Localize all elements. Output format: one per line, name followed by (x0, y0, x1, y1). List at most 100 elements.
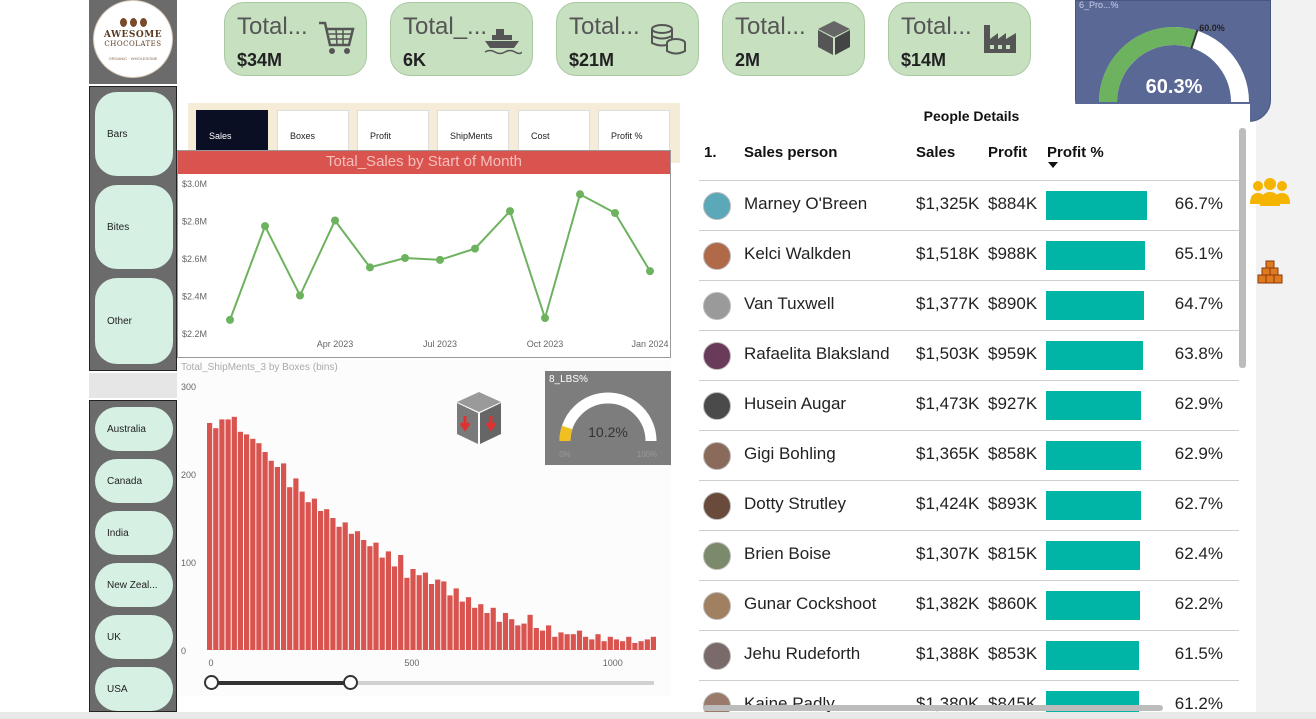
data-point[interactable] (366, 263, 374, 272)
histogram-bar[interactable] (576, 630, 583, 650)
table-horizontal-scrollbar[interactable] (703, 705, 1163, 711)
histogram-bar[interactable] (459, 601, 465, 650)
histogram-bar[interactable] (336, 526, 342, 650)
stacked-boxes-icon[interactable] (1257, 259, 1283, 285)
table-row[interactable]: Brien Boise $1,307K $815K 62.4% (699, 530, 1239, 580)
histogram-bar[interactable] (521, 623, 527, 650)
histogram-bar[interactable] (354, 531, 361, 650)
data-point[interactable] (401, 254, 409, 262)
histogram-bar[interactable] (601, 641, 607, 650)
histogram-bar[interactable] (484, 613, 490, 650)
histogram-bar[interactable] (385, 551, 391, 650)
histogram-bar[interactable] (465, 597, 472, 650)
histogram-bar[interactable] (293, 478, 299, 650)
data-point[interactable] (611, 209, 619, 217)
histogram-bar[interactable] (231, 416, 237, 650)
table-row[interactable]: Marney O'Breen $1,325K $884K 66.7% (699, 180, 1239, 230)
data-point[interactable] (506, 207, 514, 216)
data-point[interactable] (436, 255, 444, 264)
people-details-table[interactable]: People Details 1. Sales person Sales Pro… (693, 104, 1250, 714)
histogram-bar[interactable] (650, 636, 656, 650)
histogram-bar[interactable] (367, 546, 373, 650)
histogram-bar[interactable] (472, 607, 478, 650)
sort-descending-icon[interactable] (1047, 161, 1059, 169)
slicer-item-india[interactable]: India (95, 511, 173, 555)
histogram-bar[interactable] (638, 641, 644, 650)
slicer-item-other[interactable]: Other (95, 278, 173, 364)
table-row[interactable]: Gigi Bohling $1,365K $858K 62.9% (699, 430, 1239, 480)
column-header-profit[interactable]: Profit (988, 144, 1027, 161)
kpi-card-sales[interactable]: Total... $34M (224, 2, 367, 76)
kpi-card-profit[interactable]: Total... $21M (556, 2, 699, 76)
histogram-bar[interactable] (564, 634, 570, 650)
histogram-bar[interactable] (447, 595, 453, 650)
histogram-bar[interactable] (373, 542, 379, 650)
histogram-bar[interactable] (262, 452, 268, 650)
histogram-bar[interactable] (237, 431, 243, 650)
histogram-bar[interactable] (398, 555, 404, 650)
histogram-bar[interactable] (213, 428, 219, 650)
histogram-bar[interactable] (422, 572, 428, 650)
column-header-sales[interactable]: Sales (916, 144, 955, 161)
data-point[interactable] (296, 291, 304, 300)
table-row[interactable]: Jehu Rudeforth $1,388K $853K 61.5% (699, 630, 1239, 680)
histogram-bar[interactable] (509, 619, 515, 650)
slicer-item-new-zealand[interactable]: New Zeal... (95, 563, 173, 607)
range-slider-min-handle[interactable] (204, 675, 219, 690)
histogram-bar[interactable] (533, 628, 539, 650)
histogram-bar[interactable] (496, 621, 502, 650)
kpi-card-cost[interactable]: Total... $14M (888, 2, 1031, 76)
table-row[interactable]: Dotty Strutley $1,424K $893K 62.7% (699, 480, 1239, 530)
table-row[interactable]: Rafaelita Blaksland $1,503K $959K 63.8% (699, 330, 1239, 380)
slicer-item-bars[interactable]: Bars (95, 92, 173, 176)
histogram-bar[interactable] (225, 419, 231, 650)
histogram-bar[interactable] (219, 419, 225, 650)
kpi-card-shipments[interactable]: Total_... 6K (390, 2, 533, 76)
histogram-bar[interactable] (644, 639, 650, 650)
sales-line-chart-card[interactable]: Total_Sales by Start of Month $3.0M $2.8M… (177, 150, 671, 358)
data-point[interactable] (646, 267, 654, 276)
table-row[interactable]: Kelci Walkden $1,518K $988K 65.1% (699, 230, 1239, 280)
data-point[interactable] (261, 222, 269, 231)
data-point[interactable] (331, 216, 339, 225)
histogram-bar[interactable] (502, 613, 509, 650)
histogram-bar[interactable] (250, 438, 256, 650)
histogram-bar[interactable] (428, 584, 435, 650)
slicer-item-bites[interactable]: Bites (95, 185, 173, 269)
histogram-bar[interactable] (287, 487, 293, 650)
histogram-bar[interactable] (416, 575, 422, 650)
data-point[interactable] (226, 315, 234, 324)
range-slider-max-handle[interactable] (343, 675, 358, 690)
histogram-bar[interactable] (546, 625, 552, 650)
histogram-bar[interactable] (589, 639, 595, 650)
histogram-bar[interactable] (305, 502, 311, 650)
people-group-icon[interactable] (1248, 176, 1292, 208)
histogram-bar[interactable] (515, 625, 521, 650)
slicer-item-uk[interactable]: UK (95, 615, 173, 659)
histogram-bar[interactable] (324, 509, 330, 650)
table-row[interactable]: Husein Augar $1,473K $927K 62.9% (699, 380, 1239, 430)
histogram-bar[interactable] (527, 614, 533, 650)
histogram-bar[interactable] (404, 577, 410, 650)
table-row[interactable]: Gunar Cockshoot $1,382K $860K 62.2% (699, 580, 1239, 630)
histogram-bar[interactable] (342, 522, 348, 650)
histogram-bar[interactable] (552, 636, 558, 650)
histogram-bar[interactable] (626, 636, 632, 650)
histogram-bar[interactable] (613, 639, 619, 650)
histogram-bar[interactable] (207, 423, 213, 650)
table-row[interactable]: Van Tuxwell $1,377K $890K 64.7% (699, 280, 1239, 330)
histogram-bar[interactable] (570, 634, 576, 650)
histogram-bar[interactable] (539, 630, 546, 650)
histogram-bar[interactable] (453, 588, 459, 650)
kpi-card-boxes[interactable]: Total... 2M (722, 2, 865, 76)
histogram-bar[interactable] (348, 533, 354, 650)
table-vertical-scrollbar[interactable] (1239, 128, 1246, 368)
histogram-bar[interactable] (583, 636, 589, 650)
histogram-bar[interactable] (478, 604, 484, 650)
slicer-item-canada[interactable]: Canada (95, 459, 173, 503)
histogram-bar[interactable] (274, 467, 280, 650)
histogram-bar[interactable] (558, 632, 564, 650)
histogram-bar[interactable] (330, 518, 336, 650)
histogram-bar[interactable] (244, 434, 250, 650)
histogram-bar[interactable] (620, 641, 626, 650)
